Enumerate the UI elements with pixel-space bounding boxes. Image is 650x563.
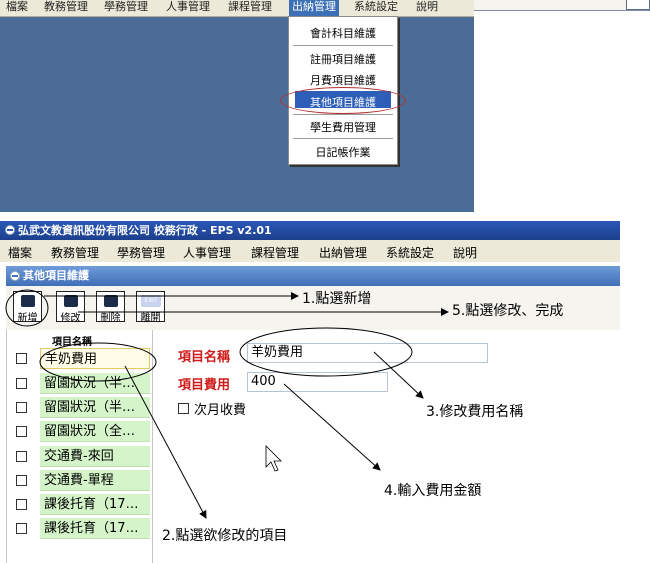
- arrow-step2: [124, 365, 207, 519]
- step5-annotation: 5.點選修改、完成: [452, 303, 564, 319]
- annotation-overlay: [5, 289, 449, 519]
- step1-annotation: 1.點選新增: [302, 291, 372, 307]
- step4-annotation: 4.輸入費用金額: [384, 483, 482, 499]
- mouse-cursor-icon: [265, 445, 282, 472]
- new-button-circle: [5, 289, 49, 327]
- selected-item-ellipse: [39, 342, 157, 382]
- arrow-step4: [283, 383, 381, 471]
- step3-annotation: 3.修改費用名稱: [426, 404, 524, 420]
- step2-annotation: 2.點選欲修改的項目: [162, 528, 288, 544]
- arrow-step3: [373, 351, 424, 399]
- name-field-ellipse: [239, 327, 413, 377]
